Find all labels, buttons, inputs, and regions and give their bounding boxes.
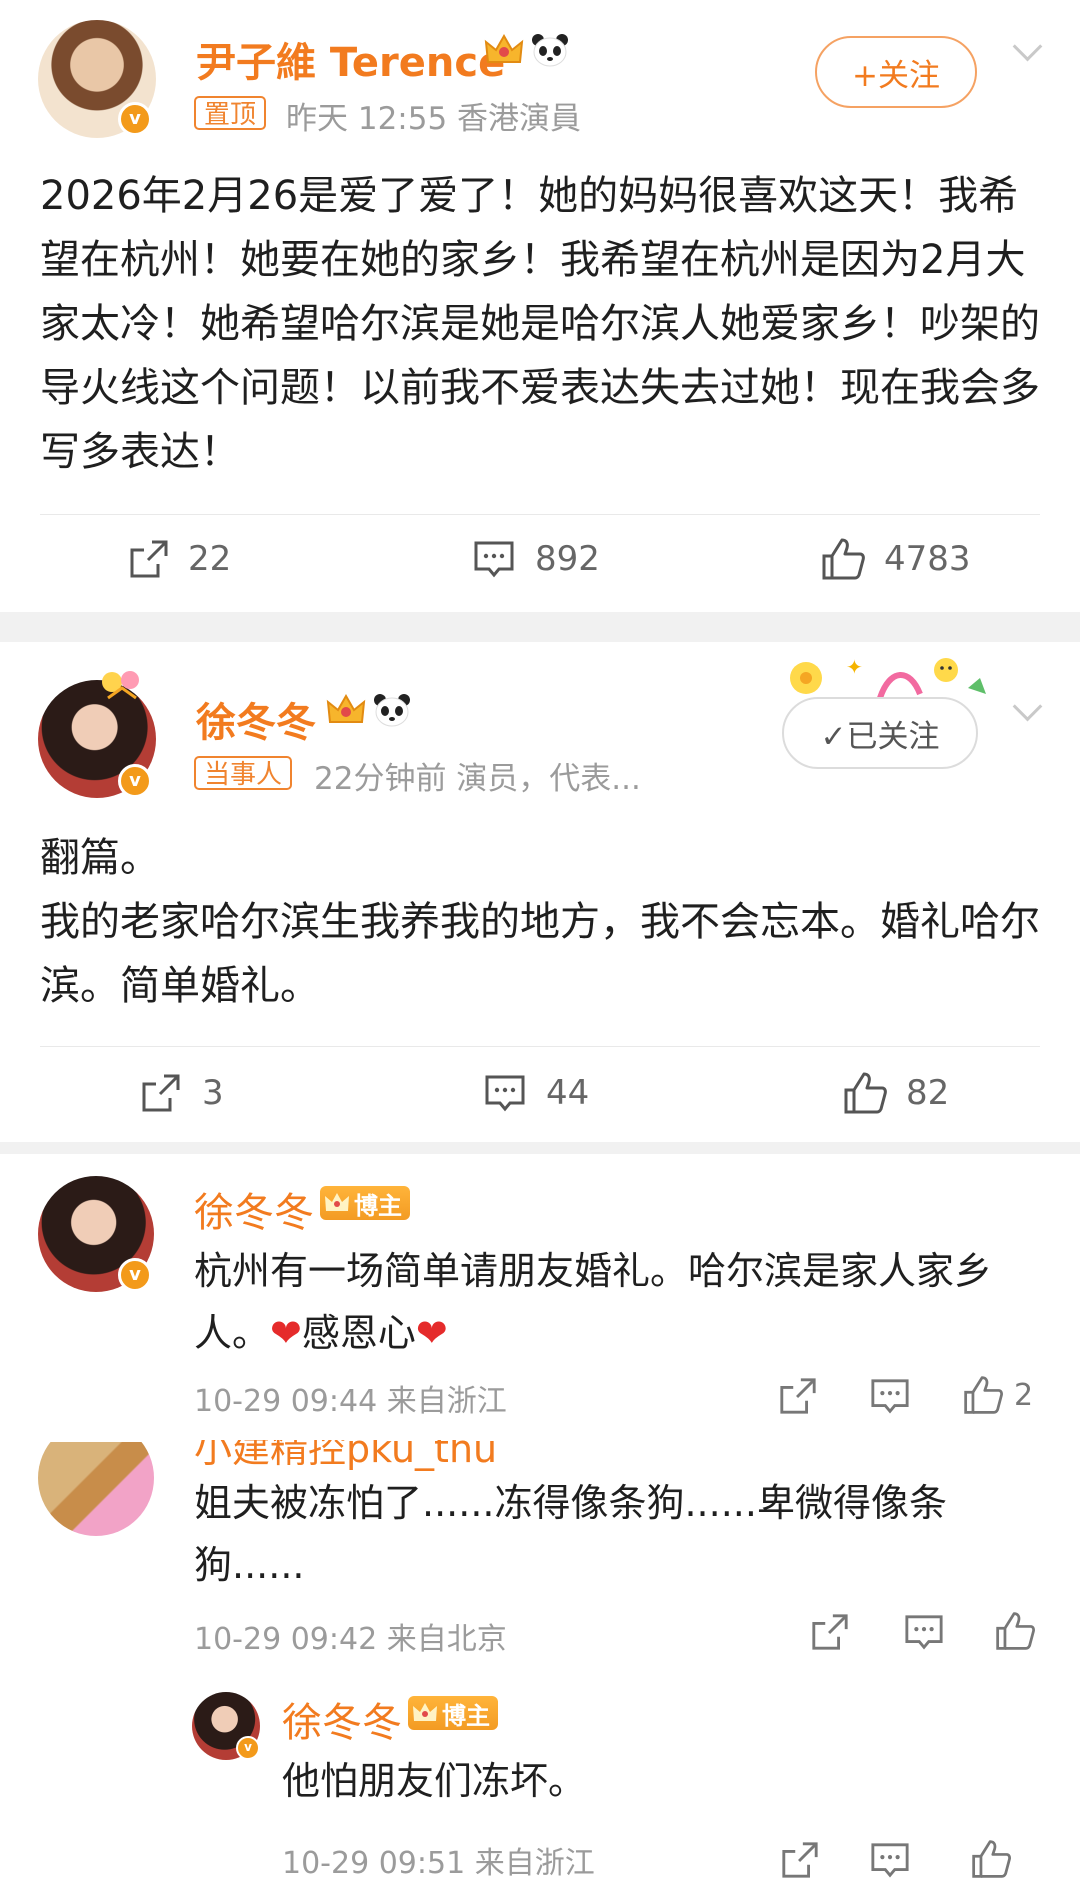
repost-icon[interactable]: [778, 1376, 818, 1416]
repost-icon: [142, 1074, 180, 1112]
section-gap: [0, 1142, 1080, 1154]
thumbs-up-icon: [822, 538, 865, 580]
thumbs-up-icon: [964, 1376, 1003, 1414]
reply-meta: 10-29 09:51 来自浙江: [282, 1846, 595, 1881]
blogger-badge: 博主: [320, 1186, 410, 1220]
comment-text-heart-word: 感恩心: [301, 1311, 416, 1355]
chevron-down-icon[interactable]: [1012, 31, 1043, 62]
post1-meta: 昨天 12:55 香港演員: [286, 101, 582, 137]
heart-icon: ❤: [415, 1311, 448, 1355]
post2-meta: 22分钟前 演员，代表...: [314, 761, 641, 797]
comment-meta: 10-29 09:42 来自北京: [194, 1622, 507, 1657]
verified-badge-icon: v: [118, 102, 152, 136]
comment-icon[interactable]: [904, 1612, 944, 1652]
comment-icon[interactable]: [870, 1376, 910, 1416]
pinned-tag: 置顶: [194, 96, 267, 130]
comment-button[interactable]: 44: [484, 1072, 589, 1114]
comment-author-name[interactable]: 徐冬冬: [194, 1180, 314, 1238]
repost-icon[interactable]: [810, 1612, 850, 1652]
comment-like-button[interactable]: 2: [962, 1374, 1033, 1416]
comment-button[interactable]: 892: [473, 538, 600, 580]
follow-button[interactable]: +关注: [815, 36, 977, 108]
post2-text-line1: 翻篇。: [40, 835, 160, 881]
comment-icon[interactable]: [870, 1840, 910, 1880]
divider: [40, 514, 1040, 515]
pendant-decoration-icon: [102, 671, 139, 700]
repost-icon: [130, 540, 168, 578]
comment-like-count: 2: [1014, 1377, 1034, 1413]
repost-count: 3: [202, 1073, 224, 1113]
blogger-badge-label: 博主: [354, 1191, 402, 1220]
like-button[interactable]: 4783: [820, 536, 971, 582]
repost-icon[interactable]: [780, 1840, 820, 1880]
repost-button[interactable]: 22: [128, 538, 231, 580]
thumbs-up-icon: [844, 1072, 887, 1114]
chevron-down-icon[interactable]: [1012, 691, 1043, 722]
crown-icon: [413, 1703, 437, 1721]
crown-icon: [484, 34, 524, 63]
thumbs-up-icon[interactable]: [970, 1838, 1012, 1880]
svg-text:✦: ✦: [846, 655, 863, 679]
section-gap: [0, 612, 1080, 642]
comment-author-name[interactable]: 小建精控pku_thu: [194, 1440, 497, 1473]
like-button[interactable]: 82: [842, 1070, 949, 1116]
reply-author-name[interactable]: 徐冬冬: [282, 1690, 402, 1748]
verified-badge-icon: v: [236, 1736, 260, 1760]
comment-icon: [474, 541, 514, 578]
post2-text-line2: 我的老家哈尔滨生我养我的地方，我不会忘本。婚礼哈尔滨。简单婚礼。: [40, 899, 1040, 1009]
like-count: 4783: [884, 539, 971, 579]
comment-count: 44: [546, 1073, 590, 1113]
divider: [40, 1046, 1040, 1047]
verified-badge-icon: v: [118, 1258, 152, 1292]
thumbs-up-icon[interactable]: [994, 1610, 1036, 1652]
panda-icon: [532, 34, 568, 67]
like-count: 82: [906, 1073, 950, 1113]
post1-text: 2026年2月26是爱了爱了！她的妈妈很喜欢这天！我希望在杭州！她要在她的家乡！…: [40, 173, 1040, 475]
comment-count: 892: [535, 539, 600, 579]
reply-text: 他怕朋友们冻坏。: [282, 1759, 587, 1803]
involved-party-tag: 当事人: [194, 756, 293, 790]
comment-icon: [485, 1075, 525, 1112]
blogger-badge-label: 博主: [442, 1701, 490, 1730]
panda-icon: [374, 694, 410, 727]
comment-text: 姐夫被冻怕了......冻得像条狗......卑微得像条狗......: [194, 1481, 947, 1587]
post1-author-name[interactable]: 尹子維 Terence: [196, 30, 505, 88]
comment-text: 杭州有一场简单请朋友婚礼。哈尔滨是家人家乡人。❤感恩心❤: [194, 1240, 1044, 1364]
comment-avatar[interactable]: [38, 1442, 154, 1536]
post2-author-name[interactable]: 徐冬冬: [196, 690, 316, 748]
comment-meta: 10-29 09:44 来自浙江: [194, 1384, 507, 1419]
verified-badge-icon: v: [118, 764, 152, 798]
blogger-badge: 博主: [408, 1696, 498, 1730]
crown-icon: [325, 1193, 349, 1211]
heart-icon: ❤: [270, 1311, 302, 1355]
crown-icon: [326, 694, 366, 723]
repost-count: 22: [188, 539, 232, 579]
repost-button[interactable]: 3: [140, 1072, 224, 1114]
followed-button[interactable]: ✓已关注: [782, 697, 978, 769]
